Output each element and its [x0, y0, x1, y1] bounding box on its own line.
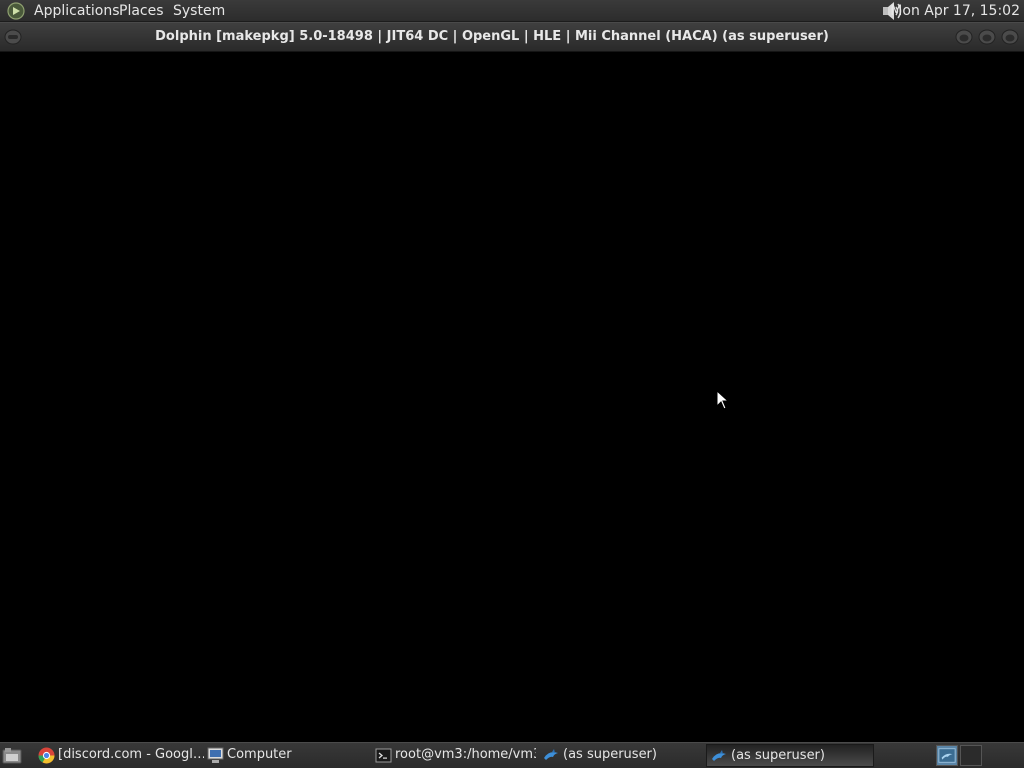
mouse-cursor-icon [716, 390, 728, 410]
chrome-icon [38, 747, 55, 764]
window-menu-icon[interactable] [4, 29, 22, 45]
taskbar-item-dolphin-active[interactable]: (as superuser) [706, 744, 874, 767]
top-panel: Applications Places System Mon Apr 17, 1… [0, 0, 1024, 22]
close-button[interactable] [1001, 29, 1019, 45]
menu-system[interactable]: System [173, 3, 225, 19]
maximize-button[interactable] [978, 29, 996, 45]
taskbar-item-label: [discord.com - Googl… [58, 747, 204, 762]
taskbar-item-label: (as superuser) [563, 747, 657, 762]
taskbar-item-label: (as superuser) [731, 748, 825, 763]
taskbar-item-label: Computer [227, 747, 292, 762]
menu-applications[interactable]: Applications [34, 3, 120, 19]
taskbar-item-computer[interactable]: Computer [203, 744, 368, 767]
show-desktop-icon[interactable] [2, 747, 22, 764]
minimize-button[interactable] [955, 29, 973, 45]
window-title: Dolphin [makepkg] 5.0-18498 | JIT64 DC |… [155, 29, 829, 44]
workspace-switcher-1[interactable] [936, 745, 958, 766]
taskbar-item-terminal[interactable]: root@vm3:/home/vm3 [371, 744, 536, 767]
render-area[interactable] [1, 52, 1023, 741]
window-titlebar[interactable]: Dolphin [makepkg] 5.0-18498 | JIT64 DC |… [0, 22, 1024, 52]
dolphin-icon [544, 749, 558, 760]
taskbar-item-chrome[interactable]: [discord.com - Googl… [34, 744, 204, 767]
terminal-icon [375, 748, 392, 763]
bottom-panel: [discord.com - Googl… Computer root@vm3:… [0, 742, 1024, 768]
taskbar-item-dolphin[interactable]: (as superuser) [539, 744, 704, 767]
dolphin-icon [712, 750, 726, 761]
taskbar-item-label: root@vm3:/home/vm3 [395, 747, 536, 762]
clock[interactable]: Mon Apr 17, 15:02 [890, 3, 1020, 19]
mate-menu-logo-icon[interactable] [6, 2, 26, 20]
workspace-switcher-2[interactable] [960, 745, 982, 766]
computer-icon [207, 747, 224, 763]
menu-places[interactable]: Places [119, 3, 164, 19]
